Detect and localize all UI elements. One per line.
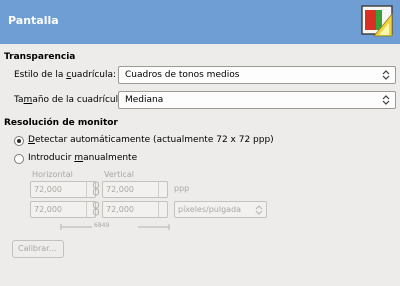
- resolution-unit-label: ppp: [174, 184, 190, 193]
- ruler-line: [60, 224, 170, 230]
- spin-buttons[interactable]: [158, 182, 167, 197]
- check-size-value: Mediana: [125, 95, 164, 105]
- page-title: Pantalla: [8, 14, 59, 27]
- transparency-section-title: Transparencia: [4, 52, 76, 62]
- auto-detect-label: Detectar automáticamente (actualmente 72…: [28, 135, 274, 145]
- radio-selected-dot: [17, 139, 21, 143]
- horizontal-size-spinbox[interactable]: 72,000: [30, 201, 96, 218]
- vertical-label: Vertical: [104, 170, 134, 179]
- check-size-select[interactable]: Mediana: [118, 91, 396, 109]
- vertical-size-spinbox[interactable]: 72,000: [102, 201, 168, 218]
- updown-arrow-icon: [382, 95, 390, 105]
- check-size-label: Tamaño de la cuadrícula:: [14, 95, 127, 105]
- size-unit-value: píxeles/pulgada: [178, 205, 242, 214]
- horizontal-label: Horizontal: [32, 170, 73, 179]
- ruler-length-text: 6849: [94, 222, 110, 229]
- updown-arrow-icon: [382, 70, 390, 80]
- calibrate-button[interactable]: Calibrar...: [12, 240, 64, 258]
- check-style-select[interactable]: Cuadros de tonos medios: [118, 66, 396, 84]
- calibrate-button-label: Calibrar...: [18, 244, 57, 253]
- updown-arrow-icon: [255, 205, 263, 215]
- check-style-value: Cuadros de tonos medios: [125, 70, 240, 80]
- monitor-resolution-section-title: Resolución de monitor: [4, 118, 118, 128]
- horizontal-resolution-value: 72,000: [34, 185, 62, 194]
- chain-link-icon[interactable]: [92, 181, 100, 196]
- auto-detect-radio[interactable]: [14, 136, 24, 146]
- check-style-label: Estilo de la cuadrícula:: [14, 70, 117, 80]
- manual-entry-radio[interactable]: [14, 154, 24, 164]
- display-color-icon: [361, 5, 393, 37]
- horizontal-resolution-spinbox[interactable]: 72,000: [30, 181, 96, 198]
- horizontal-size-value: 72,000: [34, 205, 62, 214]
- page-header: Pantalla: [0, 0, 400, 44]
- vertical-resolution-spinbox[interactable]: 72,000: [102, 181, 168, 198]
- spin-buttons[interactable]: [158, 202, 167, 217]
- chain-link-icon[interactable]: [92, 201, 100, 216]
- size-unit-select[interactable]: píxeles/pulgada: [174, 201, 267, 218]
- vertical-resolution-value: 72,000: [106, 185, 134, 194]
- vertical-size-value: 72,000: [106, 205, 134, 214]
- manual-entry-label: Introducir manualmente: [28, 153, 138, 163]
